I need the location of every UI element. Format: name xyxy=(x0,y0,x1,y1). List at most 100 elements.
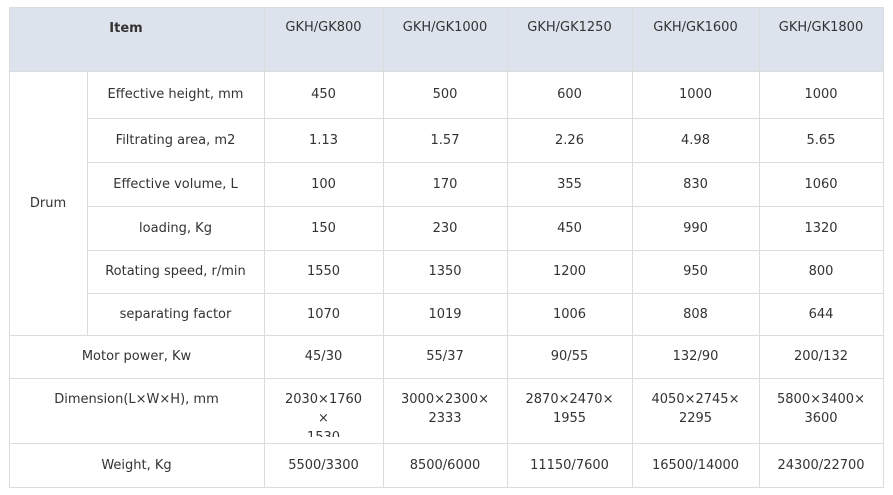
header-model-text: GKH/GK1600 xyxy=(653,20,738,35)
drum-row-value-text: 1070 xyxy=(306,306,341,322)
dimension-label: Dimension(L×W×H), mm xyxy=(9,378,264,443)
dimension-value-lines: 2030×1760 × 1530 xyxy=(285,390,362,437)
drum-row-value-text: 830 xyxy=(683,176,708,192)
header-item: Item xyxy=(87,7,165,71)
drum-row-value-text: 170 xyxy=(432,176,458,192)
motor-value: 55/37 xyxy=(383,335,507,378)
drum-row-value: 450 xyxy=(507,206,632,250)
drum-row-value-text: 450 xyxy=(311,87,336,102)
header-model: GKH/GK1600 xyxy=(632,7,759,71)
dimension-label-text: Dimension(L×W×H), mm xyxy=(54,392,219,407)
drum-row-label-text: Filtrating area, m2 xyxy=(115,132,236,148)
table-gridline xyxy=(383,7,384,488)
drum-row-label-text: Effective volume, L xyxy=(113,176,238,192)
dimension-value-line: 2030×1760 xyxy=(284,392,363,407)
drum-row-value-text: 644 xyxy=(808,306,834,322)
drum-row-value: 990 xyxy=(632,206,759,250)
table-gridline xyxy=(9,443,884,444)
drum-row-value: 1.13 xyxy=(264,118,383,162)
motor-value-text: 45/30 xyxy=(304,349,343,364)
drum-group-label-text: Drum xyxy=(29,195,67,211)
drum-row-label: Rotating speed, r/min xyxy=(87,250,264,293)
drum-row-label: Effective height, mm xyxy=(87,71,264,118)
drum-row-value-text: 1060 xyxy=(804,176,838,192)
header-model-text: GKH/GK1000 xyxy=(402,20,488,35)
drum-row-value-text: 1200 xyxy=(552,264,587,279)
table-gridline xyxy=(87,71,88,336)
header-model: GKH/GK800 xyxy=(264,7,383,71)
drum-row-value-text: 100 xyxy=(311,176,336,192)
drum-row-value: 1019 xyxy=(383,293,507,335)
drum-row-value: 4.98 xyxy=(632,118,759,162)
weight-value: 16500/14000 xyxy=(632,443,759,487)
motor-value-text: 55/37 xyxy=(426,349,464,364)
weight-value-text: 8500/6000 xyxy=(409,457,481,473)
motor-value-text: 132/90 xyxy=(672,349,719,364)
drum-row-label: Filtrating area, m2 xyxy=(87,118,264,162)
drum-row-value-text: 990 xyxy=(683,220,708,236)
drum-row-value: 355 xyxy=(507,162,632,206)
dimension-value-lines: 2870×2470× 1955 xyxy=(526,390,614,428)
drum-row-value: 1550 xyxy=(264,250,383,293)
drum-row-value-text: 1.13 xyxy=(309,132,338,148)
drum-row-value-text: 150 xyxy=(311,220,336,236)
drum-row-label: Effective volume, L xyxy=(87,162,264,206)
drum-row-value-text: 808 xyxy=(683,306,708,322)
weight-value-text: 16500/14000 xyxy=(651,457,740,473)
drum-row-value: 500 xyxy=(383,71,507,118)
table-gridline xyxy=(87,293,884,294)
weight-value: 5500/3300 xyxy=(264,443,383,487)
table-gridline xyxy=(87,206,884,207)
dimension-value-line: × xyxy=(318,411,329,426)
weight-value: 11150/7600 xyxy=(507,443,632,487)
weight-label-text: Weight, Kg xyxy=(101,457,172,473)
drum-row-value: 644 xyxy=(759,293,883,335)
drum-row-value-text: 355 xyxy=(557,176,582,192)
table-gridline xyxy=(87,118,884,119)
drum-row-value: 830 xyxy=(632,162,759,206)
weight-value-text: 11150/7600 xyxy=(530,457,609,473)
drum-row-value-text: 4.98 xyxy=(681,132,710,148)
drum-row-value: 1.57 xyxy=(383,118,507,162)
dimension-value-line: 1530 xyxy=(285,428,362,437)
drum-row-value-text: 500 xyxy=(432,87,458,102)
dimension-value-lines: 5800×3400× 3600 xyxy=(777,390,865,428)
header-model: GKH/GK1000 xyxy=(383,7,507,71)
table-gridline xyxy=(507,7,508,488)
dimension-value-line: 2295 xyxy=(678,411,713,426)
drum-row-value: 1060 xyxy=(759,162,883,206)
drum-row-label-text: Effective height, mm xyxy=(107,87,244,102)
dimension-value: 4050×2745× 2295 xyxy=(632,378,759,437)
weight-value: 24300/22700 xyxy=(759,443,883,487)
dimension-value: 5800×3400× 3600 xyxy=(759,378,883,437)
table-gridline xyxy=(264,7,265,488)
motor-value: 200/132 xyxy=(759,335,883,378)
drum-row-label-text: loading, Kg xyxy=(139,220,212,236)
dimension-value: 2870×2470× 1955 xyxy=(507,378,632,437)
motor-label-text: Motor power, Kw xyxy=(81,349,192,364)
drum-row-value: 1000 xyxy=(632,71,759,118)
dimension-value: 2030×1760 × 1530 xyxy=(264,378,383,437)
dimension-value-line: 2333 xyxy=(428,411,462,426)
drum-row-label: loading, Kg xyxy=(87,206,264,250)
dimension-value-line: 2870×2470× xyxy=(525,392,614,407)
dimension-value: 3000×2300× 2333 xyxy=(383,378,507,437)
drum-row-value-text: 230 xyxy=(432,220,458,236)
drum-row-label-text: separating factor xyxy=(119,306,232,322)
dimension-value-lines: 3000×2300× 2333 xyxy=(401,390,489,428)
drum-row-value: 1320 xyxy=(759,206,883,250)
drum-row-value-text: 1320 xyxy=(804,220,838,236)
motor-label: Motor power, Kw xyxy=(9,335,264,378)
motor-value: 132/90 xyxy=(632,335,759,378)
drum-row-value: 600 xyxy=(507,71,632,118)
drum-row-value-text: 1.57 xyxy=(430,132,460,148)
weight-value-text: 24300/22700 xyxy=(777,457,865,473)
table-gridline xyxy=(9,7,10,488)
dimension-value-lines: 4050×2745× 2295 xyxy=(652,390,740,428)
table-gridline xyxy=(87,162,884,163)
motor-value-text: 200/132 xyxy=(793,349,848,364)
header-model-text: GKH/GK1250 xyxy=(527,20,612,35)
drum-row-label-text: Rotating speed, r/min xyxy=(105,264,246,279)
dimension-value-line: 3000×2300× xyxy=(401,392,489,407)
drum-row-value-text: 1350 xyxy=(428,264,462,279)
